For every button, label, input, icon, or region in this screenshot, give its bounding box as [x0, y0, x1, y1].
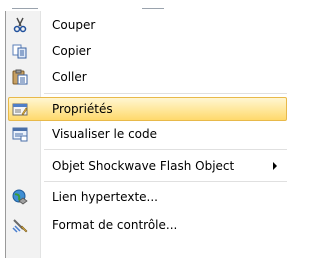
- scissors-icon: [12, 17, 28, 33]
- menu-item-copy[interactable]: Copier: [8, 40, 287, 63]
- menu-item-paste[interactable]: Coller: [8, 66, 287, 89]
- menu-item-label: Visualiser le code: [52, 127, 158, 141]
- hyperlink-icon: [12, 189, 28, 205]
- paste-icon: [12, 69, 28, 85]
- edge-segment: [12, 8, 38, 9]
- menu-item-label: Objet Shockwave Flash Object: [52, 159, 235, 173]
- menu-separator-highlight: [44, 182, 287, 183]
- menu-item-format-control[interactable]: Format de contrôle...: [8, 214, 287, 237]
- menu-item-hyperlink[interactable]: Lien hypertexte...: [8, 186, 287, 209]
- menu-item-label: Lien hypertexte...: [52, 190, 158, 204]
- context-menu: Couper Copier Coller Propriétés Visualis…: [5, 11, 288, 258]
- menu-separator-highlight: [44, 150, 287, 151]
- window-edge: [0, 0, 288, 11]
- menu-item-label: Propriétés: [52, 102, 113, 116]
- submenu-arrow-icon: [273, 162, 277, 170]
- edge-segment: [142, 8, 164, 9]
- view-code-icon: [12, 126, 28, 142]
- menu-item-properties[interactable]: Propriétés: [8, 97, 287, 121]
- menu-separator-highlight: [44, 94, 287, 95]
- menu-item-label: Coller: [52, 70, 87, 84]
- menu-item-label: Format de contrôle...: [52, 218, 178, 232]
- properties-icon: [12, 101, 28, 117]
- copy-icon: [12, 43, 28, 59]
- menu-item-shockwave-flash-object[interactable]: Objet Shockwave Flash Object: [8, 155, 287, 178]
- menu-item-cut[interactable]: Couper: [8, 14, 287, 37]
- menu-item-view-code[interactable]: Visualiser le code: [8, 123, 287, 146]
- format-control-icon: [12, 217, 28, 233]
- menu-item-label: Copier: [52, 44, 91, 58]
- menu-item-label: Couper: [52, 18, 96, 32]
